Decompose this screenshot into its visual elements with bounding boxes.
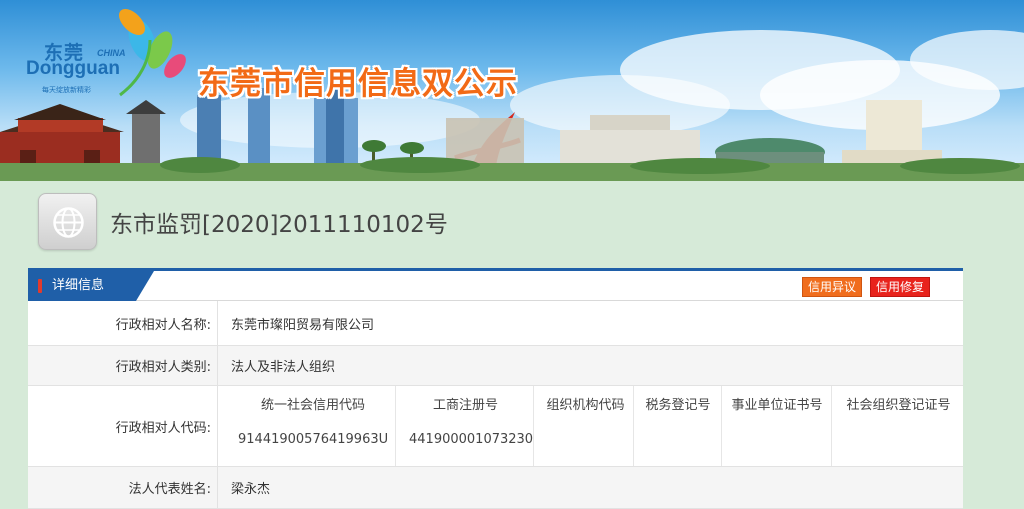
- entity-category-value: 法人及非法人组织: [231, 360, 336, 375]
- panel-header: 详细信息 信用异议 信用修复: [28, 268, 963, 301]
- header-org-code: 组织机构代码: [546, 398, 625, 413]
- document-number-title: 东市监罚[2020]2011110102号: [110, 212, 448, 238]
- header-unified-credit-code: 统一社会信用代码: [260, 398, 365, 413]
- row-legal-representative: 法人代表姓名: 梁永杰: [28, 467, 963, 509]
- header-institution-cert-number: 事业单位证书号: [731, 398, 823, 413]
- logo-english-text: Dongguan: [26, 58, 120, 79]
- detail-panel: 详细信息 信用异议 信用修复 行政相对人名称: 东莞市璨阳贸易有限公司 行政相对…: [28, 268, 963, 509]
- site-banner: 东莞 CHINA Dongguan 每天绽放新精彩 东莞市信用信息双公示: [0, 0, 1024, 181]
- header-business-reg-number: 工商注册号: [432, 398, 498, 413]
- entity-category-label: 行政相对人类别:: [28, 346, 218, 385]
- row-entity-category: 行政相对人类别: 法人及非法人组织: [28, 346, 963, 386]
- row-entity-codes: 行政相对人代码: 统一社会信用代码 工商注册号 组织机构代码 税务登记号 事业单…: [28, 386, 963, 467]
- credit-repair-button[interactable]: 信用修复: [870, 277, 931, 297]
- tab-detail-info[interactable]: 详细信息: [28, 271, 136, 301]
- credit-objection-button[interactable]: 信用异议: [802, 277, 863, 297]
- document-globe-icon: [38, 193, 97, 250]
- header-tax-reg-number: 税务登记号: [645, 398, 711, 413]
- tab-corner: [136, 271, 154, 301]
- entity-name-label: 行政相对人名称:: [28, 301, 218, 345]
- row-entity-name: 行政相对人名称: 东莞市璨阳贸易有限公司: [28, 301, 963, 346]
- tab-detail-label: 详细信息: [52, 278, 105, 293]
- legal-rep-value: 梁永杰: [231, 482, 271, 497]
- legal-rep-label: 法人代表姓名:: [28, 467, 218, 508]
- value-business-reg-number: 441900001073230: [409, 432, 534, 447]
- entity-code-label: 行政相对人代码:: [28, 386, 218, 466]
- logo-china-text: CHINA: [97, 48, 126, 58]
- entity-name-value: 东莞市璨阳贸易有限公司: [231, 317, 375, 333]
- header-social-org-reg-number: 社会组织登记证号: [846, 398, 951, 413]
- site-title: 东莞市信用信息双公示: [198, 66, 518, 102]
- tab-marker: [38, 279, 42, 293]
- logo-slogan: 每天绽放新精彩: [42, 86, 91, 94]
- value-unified-credit-code: 91441900576419963U: [238, 432, 389, 447]
